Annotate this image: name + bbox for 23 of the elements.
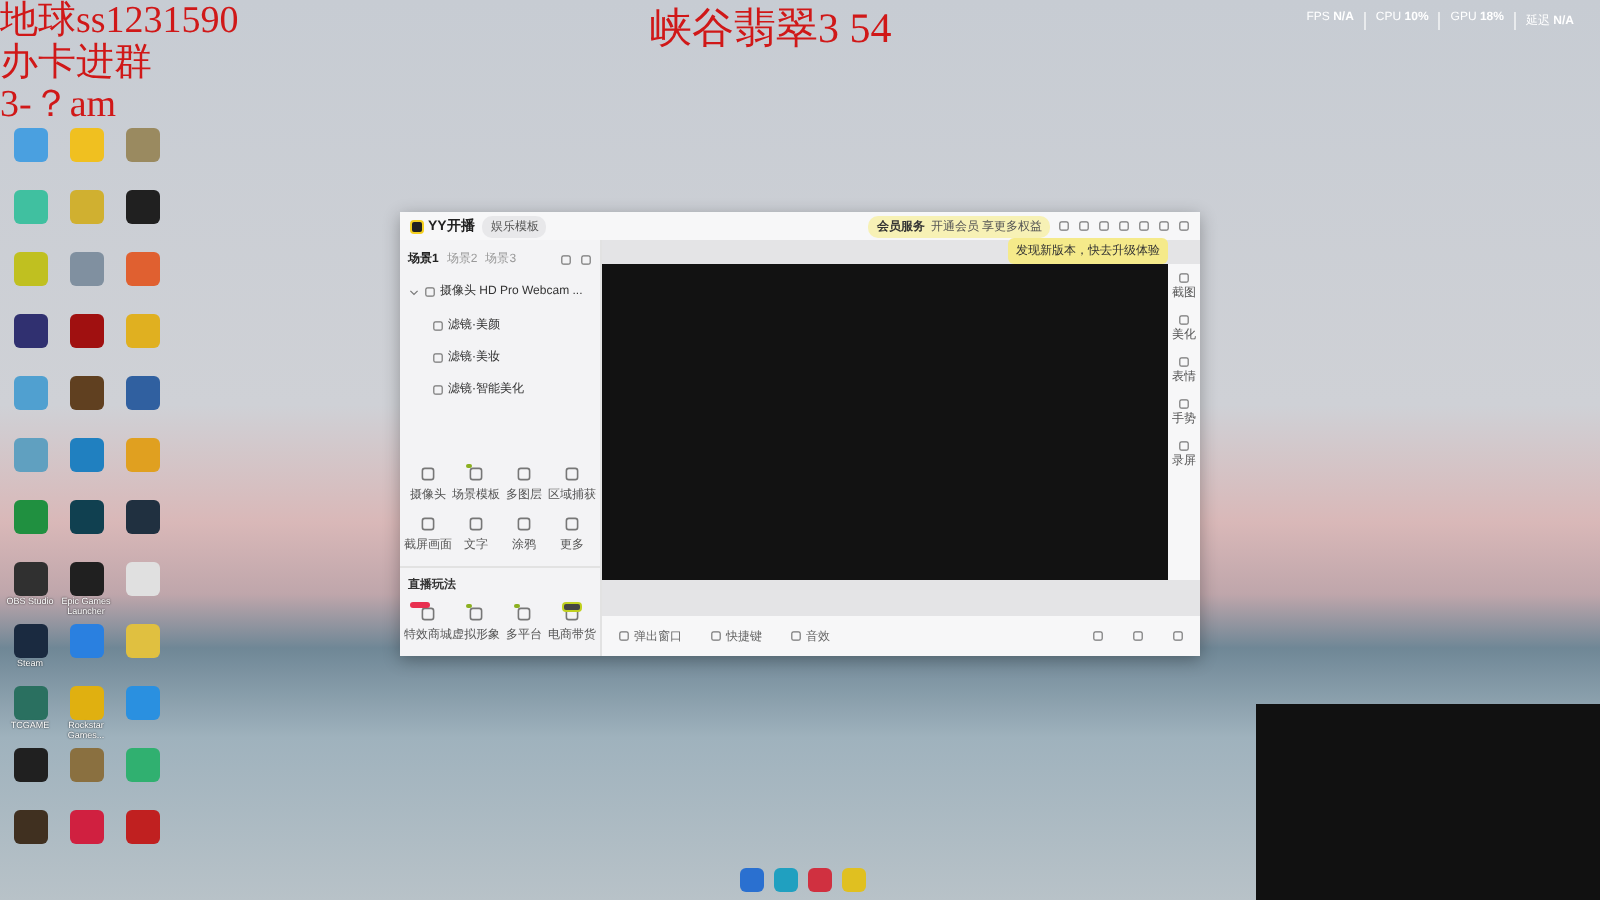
overlay-text: 办卡进群 <box>0 42 152 84</box>
overlay-text: 3-？am <box>0 84 117 126</box>
taskbar-icon[interactable] <box>740 868 764 892</box>
app-icon[interactable] <box>13 810 47 844</box>
app-icon[interactable] <box>69 500 103 534</box>
app-icon[interactable] <box>69 314 103 348</box>
app-icon[interactable] <box>69 562 103 596</box>
app-icon[interactable] <box>125 190 159 224</box>
badge-marker <box>562 602 582 612</box>
caret-icon[interactable] <box>408 285 420 297</box>
app-icon[interactable] <box>13 562 47 596</box>
logo-icon <box>410 219 424 233</box>
badge-marker <box>466 604 472 608</box>
app-icon[interactable] <box>13 314 47 348</box>
app-icon[interactable] <box>125 500 159 534</box>
app-icon[interactable] <box>13 748 47 782</box>
overlay-title: 峡谷翡翠3 54 <box>650 2 892 56</box>
badge-marker <box>514 604 520 608</box>
badge-marker <box>410 602 430 608</box>
overlay-text: 地球ss1231590 <box>0 0 239 42</box>
taskbar-icon[interactable] <box>808 868 832 892</box>
taskbar-icon[interactable] <box>774 868 798 892</box>
app-icon[interactable] <box>69 376 103 410</box>
